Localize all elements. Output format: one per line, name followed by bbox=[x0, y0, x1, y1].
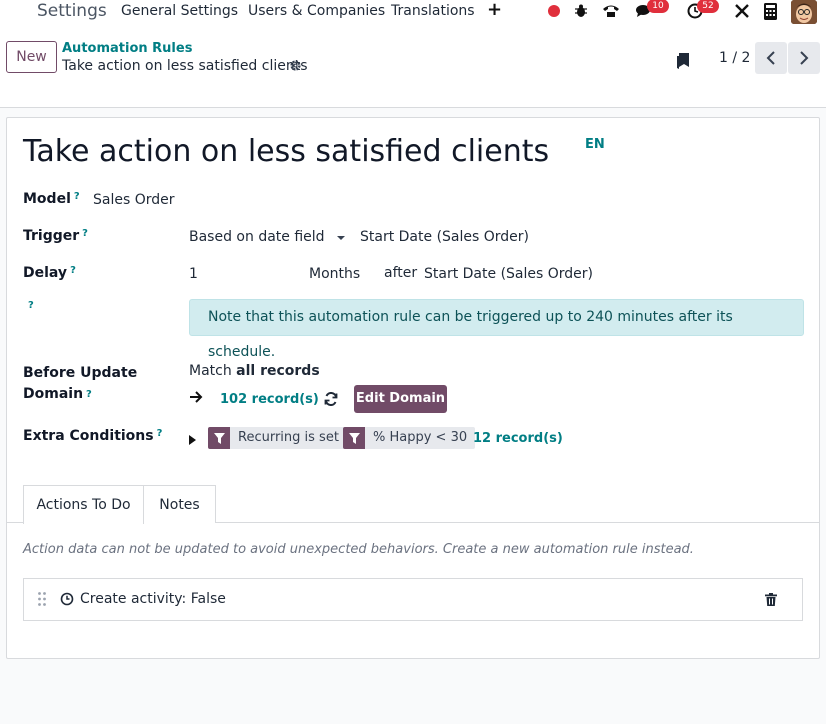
extra-records-link[interactable]: 12 record(s) bbox=[473, 431, 563, 446]
user-avatar[interactable] bbox=[791, 0, 817, 24]
help-tooltip[interactable]: ? bbox=[28, 300, 34, 311]
filter-icon bbox=[343, 427, 365, 449]
trigger-label: Trigger? bbox=[23, 228, 88, 244]
domain-records-link[interactable]: 102 record(s) bbox=[220, 392, 319, 407]
action-row[interactable]: Create activity: False bbox=[23, 578, 803, 621]
arrow-right-icon bbox=[189, 391, 203, 407]
actions-note: Action data can not be updated to avoid … bbox=[23, 542, 694, 557]
facet-recurring[interactable]: Recurring is set bbox=[208, 427, 347, 449]
plus-icon[interactable]: + bbox=[487, 0, 502, 20]
facet-happy[interactable]: % Happy < 30 bbox=[343, 427, 476, 449]
pager-value[interactable]: 1 / 2 bbox=[719, 50, 750, 66]
form-sheet: Take action on less satisfied clients EN… bbox=[6, 117, 820, 659]
rule-name-field[interactable]: Take action on less satisfied clients bbox=[23, 134, 549, 169]
new-button[interactable]: New bbox=[6, 41, 57, 73]
model-value[interactable]: Sales Order bbox=[93, 192, 175, 208]
model-label: Model? bbox=[23, 191, 80, 207]
bug-icon[interactable] bbox=[572, 2, 590, 20]
chevron-right-icon bbox=[800, 51, 809, 65]
top-navbar: Settings General Settings Users & Compan… bbox=[0, 0, 826, 28]
activities-badge: 52 bbox=[697, 0, 719, 13]
chevron-down-icon[interactable] bbox=[337, 236, 345, 240]
chevron-left-icon bbox=[766, 51, 775, 65]
tab-notes[interactable]: Notes bbox=[144, 485, 216, 523]
extra-conditions-label: Extra Conditions? bbox=[23, 428, 163, 444]
breadcrumb-current: Take action on less satisfied clients bbox=[62, 58, 308, 74]
menu-translations[interactable]: Translations bbox=[391, 3, 475, 19]
delay-label: Delay? bbox=[23, 265, 76, 281]
domain-match-text: Match all records bbox=[189, 363, 320, 379]
clock-icon bbox=[60, 592, 74, 610]
messages-badge: 10 bbox=[647, 0, 669, 13]
action-label: Create activity: False bbox=[80, 591, 226, 607]
edit-domain-button[interactable]: Edit Domain bbox=[354, 385, 447, 413]
delay-date-field[interactable]: Start Date (Sales Order) bbox=[424, 266, 593, 282]
filter-icon bbox=[208, 427, 230, 449]
breadcrumb-parent[interactable]: Automation Rules bbox=[62, 41, 192, 56]
delay-after-text: after bbox=[384, 265, 418, 281]
tab-actions-to-do[interactable]: Actions To Do bbox=[23, 485, 144, 524]
before-update-domain-label: Before Update Domain? bbox=[23, 365, 138, 402]
delay-number-input[interactable]: 1 bbox=[189, 266, 198, 282]
delay-unit-select[interactable]: Months bbox=[309, 266, 360, 282]
app-name[interactable]: Settings bbox=[37, 0, 107, 22]
phone-icon[interactable] bbox=[602, 2, 620, 20]
schedule-alert: Note that this automation rule can be tr… bbox=[189, 299, 804, 360]
record-icon[interactable] bbox=[545, 2, 563, 20]
pager-previous-button[interactable] bbox=[755, 42, 787, 74]
calculator-icon[interactable] bbox=[761, 2, 779, 20]
language-toggle[interactable]: EN bbox=[585, 137, 605, 152]
bookmark-icon[interactable] bbox=[676, 53, 690, 74]
drag-handle-icon[interactable] bbox=[38, 592, 46, 610]
trash-icon[interactable] bbox=[765, 593, 777, 610]
control-panel: New Automation Rules Take action on less… bbox=[0, 28, 826, 108]
menu-users-companies[interactable]: Users & Companies bbox=[248, 3, 385, 19]
refresh-icon[interactable] bbox=[324, 391, 338, 410]
tools-icon[interactable] bbox=[733, 2, 751, 20]
pager-next-button[interactable] bbox=[788, 42, 820, 74]
menu-general-settings[interactable]: General Settings bbox=[121, 3, 238, 19]
caret-right-icon[interactable] bbox=[189, 433, 196, 449]
trigger-date-field[interactable]: Start Date (Sales Order) bbox=[360, 229, 529, 245]
trigger-select[interactable]: Based on date field bbox=[189, 229, 325, 245]
gear-icon[interactable] bbox=[289, 59, 302, 76]
